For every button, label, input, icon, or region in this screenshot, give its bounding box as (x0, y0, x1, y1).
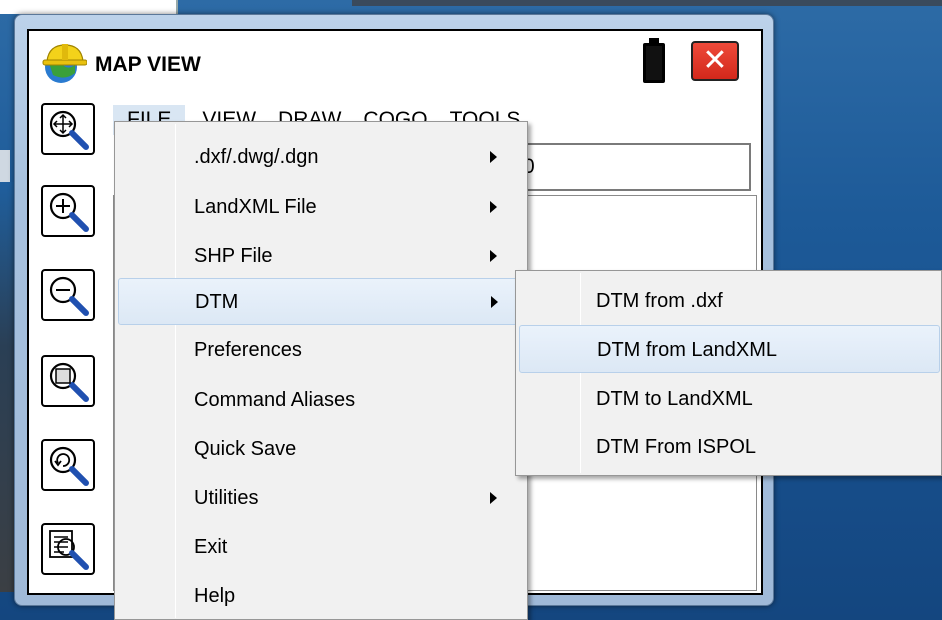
menu-item-dxf-dwg-dgn[interactable]: .dxf/.dwg/.dgn (118, 134, 524, 181)
zoom-in-icon (49, 192, 89, 232)
coordinate-field[interactable]: 0 (507, 143, 751, 191)
zoom-extents-icon (49, 110, 89, 150)
file-menu-dropdown: .dxf/.dwg/.dgn LandXML File SHP File DTM… (114, 121, 528, 620)
submenu-arrow-icon (491, 296, 498, 308)
submenu-arrow-icon (490, 201, 497, 213)
menu-item-landxml-file[interactable]: LandXML File (118, 184, 524, 231)
menu-item-quick-save[interactable]: Quick Save (118, 426, 524, 473)
menu-item-exit[interactable]: Exit (118, 524, 524, 571)
background-window (0, 0, 178, 14)
submenu-item-dtm-from-dxf[interactable]: DTM from .dxf (519, 277, 940, 325)
menu-item-label: Help (194, 585, 236, 607)
zoom-window-icon (49, 362, 89, 402)
menu-item-preferences[interactable]: Preferences (118, 327, 524, 374)
menu-item-label: DTM From ISPOL (596, 436, 757, 458)
zoom-out-icon (49, 276, 89, 316)
zoom-previous-button[interactable] (41, 439, 95, 491)
submenu-item-dtm-to-landxml[interactable]: DTM to LandXML (519, 375, 940, 423)
zoom-extents-button[interactable] (41, 103, 95, 155)
submenu-arrow-icon (490, 250, 497, 262)
background-window-edge (352, 0, 942, 6)
menu-item-utilities[interactable]: Utilities (118, 475, 524, 522)
menu-item-dtm[interactable]: DTM (118, 278, 524, 325)
menu-item-label: DTM (195, 291, 239, 313)
window-title: MAP VIEW (95, 53, 201, 76)
dtm-submenu: DTM from .dxf DTM from LandXML DTM to La… (515, 270, 942, 476)
submenu-arrow-icon (490, 151, 497, 163)
zoom-previous-icon (49, 446, 89, 486)
close-button[interactable]: ✕ (691, 41, 739, 81)
menu-item-label: Preferences (194, 339, 302, 361)
zoom-in-button[interactable] (41, 185, 95, 237)
menu-item-command-aliases[interactable]: Command Aliases (118, 377, 524, 424)
zoom-list-button[interactable] (41, 523, 95, 575)
menu-item-label: SHP File (194, 245, 273, 267)
zoom-window-button[interactable] (41, 355, 95, 407)
title-bar: MAP VIEW ✕ (29, 31, 761, 93)
submenu-item-dtm-from-ispol[interactable]: DTM From ISPOL (519, 423, 940, 471)
battery-icon (643, 38, 665, 83)
menu-item-label: LandXML File (194, 196, 317, 218)
menu-item-help[interactable]: Help (118, 573, 524, 620)
menu-item-shp-file[interactable]: SHP File (118, 233, 524, 280)
submenu-item-dtm-from-landxml[interactable]: DTM from LandXML (519, 325, 940, 373)
menu-item-label: Command Aliases (194, 389, 356, 411)
menu-item-label: .dxf/.dwg/.dgn (194, 146, 319, 168)
hardhat-globe-icon (42, 44, 87, 83)
menu-item-label: DTM from LandXML (597, 339, 778, 361)
menu-item-label: DTM to LandXML (596, 388, 753, 410)
menu-item-label: Exit (194, 536, 228, 558)
menu-item-label: DTM from .dxf (596, 290, 723, 312)
menu-item-label: Quick Save (194, 438, 297, 460)
zoom-out-button[interactable] (41, 269, 95, 321)
submenu-arrow-icon (490, 492, 497, 504)
menu-item-label: Utilities (194, 487, 259, 509)
zoom-list-icon (49, 530, 89, 570)
